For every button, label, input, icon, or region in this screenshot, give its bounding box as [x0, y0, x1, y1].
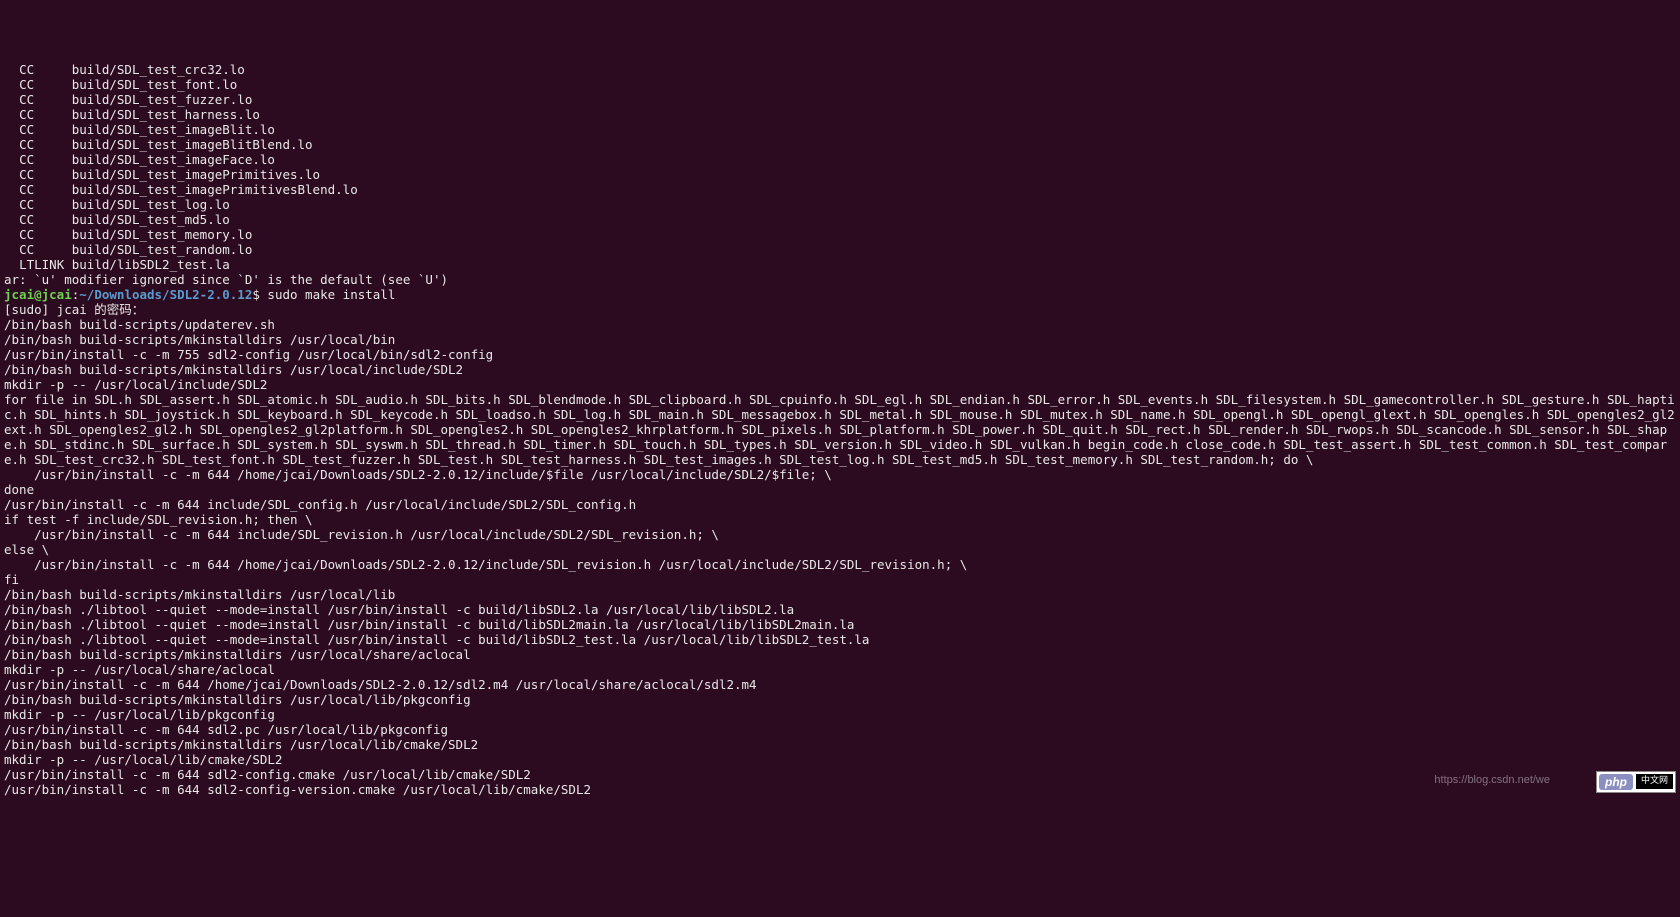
output-line: /usr/bin/install -c -m 755 sdl2-config /…: [4, 347, 1676, 362]
output-line: /bin/bash build-scripts/mkinstalldirs /u…: [4, 692, 1676, 707]
command-input[interactable]: sudo make install: [267, 287, 395, 302]
output-line: /usr/bin/install -c -m 644 /home/jcai/Do…: [4, 467, 1676, 482]
output-line: /usr/bin/install -c -m 644 include/SDL_r…: [4, 527, 1676, 542]
output-line: if test -f include/SDL_revision.h; then …: [4, 512, 1676, 527]
output-line: [sudo] jcai 的密码：: [4, 302, 1676, 317]
output-line: /usr/bin/install -c -m 644 /home/jcai/Do…: [4, 557, 1676, 572]
output-line: for file in SDL.h SDL_assert.h SDL_atomi…: [4, 392, 1676, 467]
prompt-line[interactable]: jcai@jcai:~/Downloads/SDL2-2.0.12$ sudo …: [4, 287, 1676, 302]
output-line: /bin/bash build-scripts/updaterev.sh: [4, 317, 1676, 332]
output-line: /bin/bash build-scripts/mkinstalldirs /u…: [4, 587, 1676, 602]
output-line: CC build/SDL_test_log.lo: [4, 197, 1676, 212]
output-line: CC build/SDL_test_harness.lo: [4, 107, 1676, 122]
output-line: mkdir -p -- /usr/local/share/aclocal: [4, 662, 1676, 677]
output-line: CC build/SDL_test_imageBlitBlend.lo: [4, 137, 1676, 152]
output-line: mkdir -p -- /usr/local/include/SDL2: [4, 377, 1676, 392]
output-line: /usr/bin/install -c -m 644 sdl2-config.c…: [4, 767, 1676, 782]
output-line: fi: [4, 572, 1676, 587]
output-line: CC build/SDL_test_crc32.lo: [4, 62, 1676, 77]
output-line: /bin/bash build-scripts/mkinstalldirs /u…: [4, 647, 1676, 662]
terminal-output[interactable]: CC build/SDL_test_crc32.lo CC build/SDL_…: [4, 62, 1676, 797]
output-line: ar: `u' modifier ignored since `D' is th…: [4, 272, 1676, 287]
prompt-dollar: $: [252, 287, 267, 302]
output-line: CC build/SDL_test_memory.lo: [4, 227, 1676, 242]
output-line: CC build/SDL_test_random.lo: [4, 242, 1676, 257]
output-line: /usr/bin/install -c -m 644 include/SDL_c…: [4, 497, 1676, 512]
output-line: /bin/bash ./libtool --quiet --mode=insta…: [4, 617, 1676, 632]
output-line: else \: [4, 542, 1676, 557]
output-line: CC build/SDL_test_imageBlit.lo: [4, 122, 1676, 137]
prompt-path: ~/Downloads/SDL2-2.0.12: [79, 287, 252, 302]
output-line: /usr/bin/install -c -m 644 sdl2.pc /usr/…: [4, 722, 1676, 737]
output-line: /bin/bash build-scripts/mkinstalldirs /u…: [4, 332, 1676, 347]
output-line: /bin/bash build-scripts/mkinstalldirs /u…: [4, 362, 1676, 377]
output-line: /bin/bash build-scripts/mkinstalldirs /u…: [4, 737, 1676, 752]
output-line: CC build/SDL_test_imageFace.lo: [4, 152, 1676, 167]
output-line: /bin/bash ./libtool --quiet --mode=insta…: [4, 602, 1676, 617]
output-line: CC build/SDL_test_md5.lo: [4, 212, 1676, 227]
output-line: mkdir -p -- /usr/local/lib/pkgconfig: [4, 707, 1676, 722]
watermark-text: https://blog.csdn.net/we: [1434, 774, 1550, 787]
output-line: mkdir -p -- /usr/local/lib/cmake/SDL2: [4, 752, 1676, 767]
output-line: /usr/bin/install -c -m 644 /home/jcai/Do…: [4, 677, 1676, 692]
output-line: /bin/bash ./libtool --quiet --mode=insta…: [4, 632, 1676, 647]
php-badge-cn: 中文网: [1636, 774, 1673, 789]
output-line: CC build/SDL_test_imagePrimitives.lo: [4, 167, 1676, 182]
output-line: CC build/SDL_test_fuzzer.lo: [4, 92, 1676, 107]
output-line: CC build/SDL_test_imagePrimitivesBlend.l…: [4, 182, 1676, 197]
output-line: done: [4, 482, 1676, 497]
output-line: CC build/SDL_test_font.lo: [4, 77, 1676, 92]
prompt-user: jcai@jcai: [4, 287, 72, 302]
php-badge-logo: php: [1599, 774, 1633, 790]
php-badge: php 中文网: [1596, 771, 1676, 793]
output-line: LTLINK build/libSDL2_test.la: [4, 257, 1676, 272]
